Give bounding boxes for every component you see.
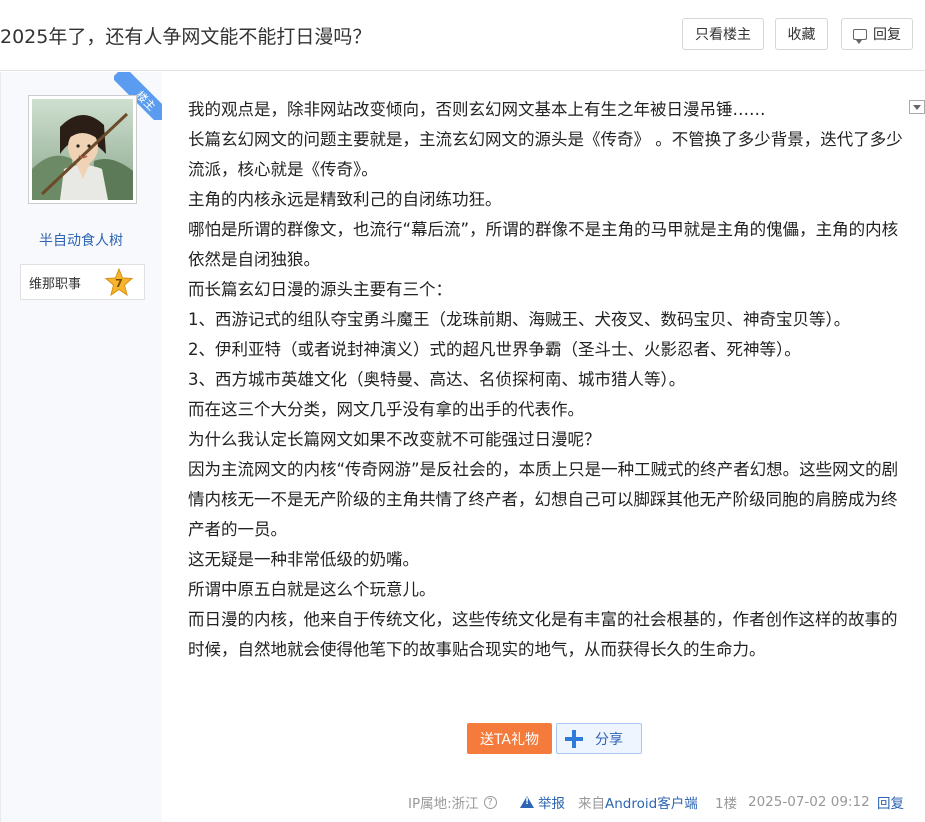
favorite-button[interactable]: 收藏 [775,18,828,50]
reply-link[interactable]: 回复 [877,793,904,812]
author-username[interactable]: 半自动食人树 [0,230,162,250]
post-paragraph: 3、西方城市英雄文化（奥特曼、高达、名侦探柯南、城市猎人等）。 [188,370,686,389]
only-author-button[interactable]: 只看楼主 [682,18,764,50]
avatar-portrait-icon [32,99,133,200]
report-label: 举报 [538,796,565,812]
level-star-icon: 7 [104,267,134,298]
post-paragraph: 长篇玄幻网文的问题主要就是，主流玄幻网文的源头是《传奇》 。不管换了多少背景，迭… [188,130,903,179]
thread-title: 2025年了，还有人争网文能不能打日漫吗？ [0,26,372,48]
ip-location-text: IP属地:浙江 [408,796,479,812]
avatar-image [32,99,133,200]
reply-top-button[interactable]: 回复 [841,18,913,50]
post-paragraph: 所谓中原五白就是这么个玩意儿。 [188,580,436,599]
source-prefix: 来自 [578,796,605,812]
help-icon[interactable]: ? [483,795,497,809]
post-paragraph: 因为主流网文的内核“传奇网游”是反社会的，本质上只是一种工贼式的终产者幻想。这些… [188,460,899,539]
post-source: 来自 Android客户端 [578,792,698,812]
reply-top-label: 回复 [873,27,901,43]
level-badge[interactable]: 维那职事 7 [20,264,145,300]
post-paragraph: 而日漫的内核，他来自于传统文化，这些传统文化是有丰富的社会根基的，作者创作这样的… [188,610,898,659]
post-paragraph: 而在这三个大分类，网文几乎没有拿的出手的代表作。 [188,400,584,419]
share-button[interactable]: 分享 [556,723,642,754]
send-gift-button[interactable]: 送TA礼物 [467,723,552,754]
post-menu-dropdown[interactable] [909,100,925,114]
reply-icon [853,28,867,44]
post-paragraph: 这无疑是一种非常低级的奶嘴。 [188,550,419,569]
floor-number: 1楼 [715,796,738,812]
post-paragraph: 1、西游记式的组队夺宝勇斗魔王（龙珠前期、海贼王、犬夜叉、数码宝贝、神奇宝贝等）… [188,310,851,329]
post-paragraph: 哪怕是所谓的群像文，也流行“幕后流”，所谓的群像不是主角的马甲就是主角的傀儡，主… [188,220,899,269]
report-link[interactable]: 举报 [520,793,565,812]
ip-location: IP属地:浙江 ? [408,793,497,812]
share-label: 分享 [595,731,623,748]
level-badge-label: 维那职事 [29,276,82,292]
source-client-link[interactable]: Android客户端 [605,792,698,812]
thread-header: 2025年了，还有人争网文能不能打日漫吗？ 只看楼主 收藏 回复 [0,0,925,71]
warning-icon [520,796,534,808]
post-paragraph: 2、伊利亚特（或者说封神演义）式的超凡世界争霸（圣斗士、火影忍者、死神等）。 [188,340,801,359]
post-paragraph: 我的观点是，除非网站改变倾向，否则玄幻网文基本上有生之年被日漫吊锤…… [188,100,766,119]
post-paragraph: 为什么我认定长篇网文如果不改变就不可能强过日漫呢？ [188,430,601,449]
post-timestamp: 2025-07-02 09:12 [748,794,870,810]
post-paragraph: 而长篇玄幻日漫的源头主要有三个： [188,280,452,299]
share-plus-icon [565,729,583,748]
post-paragraph: 主角的内核永远是精致利己的自闭练功狂。 [188,190,502,209]
avatar[interactable] [28,95,137,204]
post-content: 我的观点是，除非网站改变倾向，否则玄幻网文基本上有生之年被日漫吊锤…… 长篇玄幻… [188,95,903,665]
level-number: 7 [115,276,123,290]
